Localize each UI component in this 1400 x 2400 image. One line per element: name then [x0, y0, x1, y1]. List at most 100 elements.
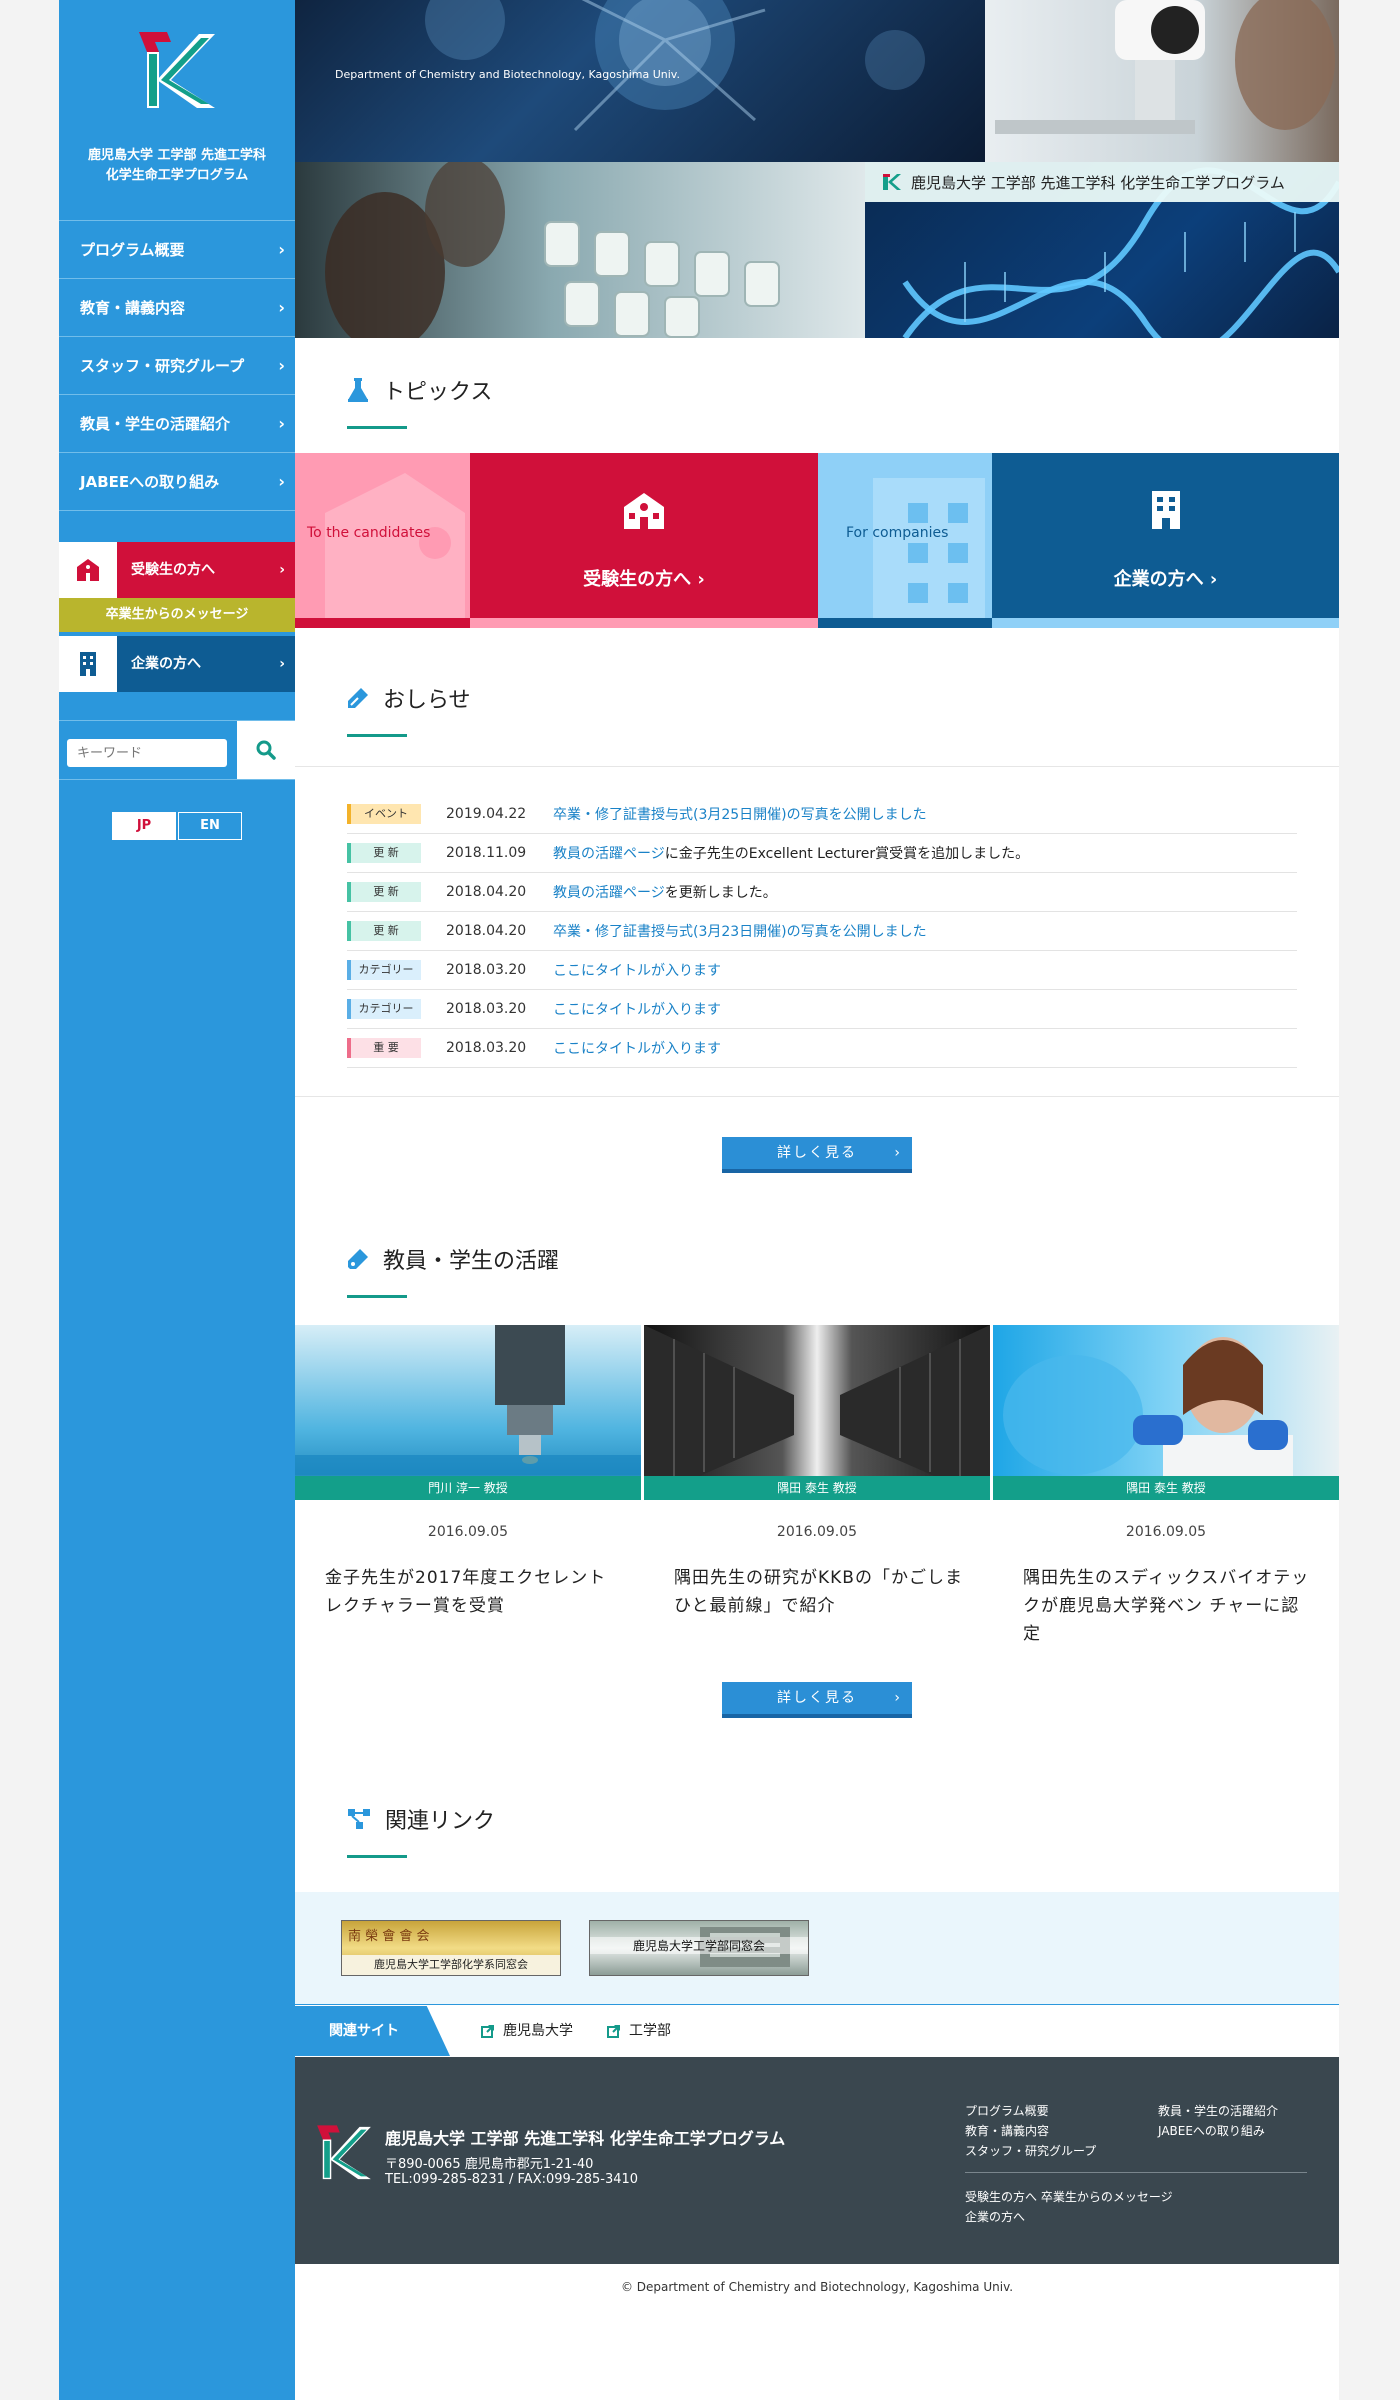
candidates-button[interactable]: 受験生の方へ ›: [59, 542, 295, 598]
candidates-tile-label: 受験生の方へ: [583, 569, 692, 590]
hero-badge-text: 鹿児島大学 工学部 先進工学科 化学生命工学プログラム: [911, 173, 1285, 192]
footer-nav-col2: 教員・学生の活躍紹介 JABEEへの取り組み: [1158, 2101, 1278, 2141]
heading-underline: [347, 1295, 407, 1298]
card-title: 金子先生が2017年度エクセレントレクチャラー賞を受賞: [325, 1568, 607, 1616]
footer-nav-col1: プログラム概要 教育・講義内容 スタッフ・研究グループ: [965, 2101, 1096, 2161]
card-caption: 隅田 泰生 教授: [644, 1476, 990, 1500]
news-item: 重 要 2018.03.20 ここにタイトルが入ります: [347, 1029, 1297, 1068]
related-link-kagoshima-univ[interactable]: 鹿児島大学: [481, 2006, 573, 2056]
nav-item-staff[interactable]: スタッフ・研究グループ ›: [59, 337, 295, 395]
language-switcher: JP EN: [112, 812, 242, 840]
news-date: 2018.03.20: [446, 962, 527, 978]
news-link[interactable]: 教員の活躍ページ: [553, 885, 665, 901]
news-more-button[interactable]: 詳しく見る ›: [722, 1137, 912, 1173]
news-link[interactable]: 教員の活躍ページ: [553, 846, 665, 862]
card-title: 隅田先生のスディックスバイオテックが鹿児島大学発ベン チャーに認定: [1023, 1568, 1310, 1644]
banner-title: 南 榮 會 會 会: [348, 1929, 430, 1944]
topics-panel: To the candidates 受験生の方へ › For companies…: [295, 453, 1339, 628]
chevron-right-icon: ›: [278, 298, 285, 317]
search-button[interactable]: [237, 721, 295, 779]
footer-link[interactable]: 教員・学生の活躍紹介: [1158, 2101, 1278, 2121]
related-link-engineering[interactable]: 工学部: [607, 2006, 671, 2056]
footer-tel: TEL:099-285-8231 / FAX:099-285-3410: [385, 2172, 639, 2187]
network-icon: [348, 1809, 370, 1829]
activities-more-button[interactable]: 詳しく見る ›: [722, 1682, 912, 1718]
banner-subtitle: 鹿児島大学工学部化学系同窓会: [342, 1955, 560, 1975]
topics-heading: トピックス: [347, 374, 493, 429]
news-link[interactable]: ここにタイトルが入ります: [553, 1041, 721, 1057]
companies-label: 企業の方へ: [131, 656, 201, 672]
category-badge: 更 新: [347, 882, 421, 902]
category-badge: 重 要: [347, 1038, 421, 1058]
news-text: を更新しました。: [664, 885, 777, 901]
candidates-tile[interactable]: 受験生の方へ ›: [470, 453, 818, 628]
nav-item-activities[interactable]: 教員・学生の活躍紹介 ›: [59, 395, 295, 453]
candidates-en-tile[interactable]: To the candidates: [295, 453, 470, 628]
news-text: に金子先生のExcellent Lecturer賞受賞を追加しました。: [664, 846, 1030, 862]
news-link[interactable]: ここにタイトルが入ります: [553, 963, 721, 979]
graduates-message-button[interactable]: 卒業生からのメッセージ: [59, 598, 295, 632]
building-icon: [1152, 491, 1180, 529]
links-title: 関連リンク: [385, 1809, 496, 1834]
main-content: Department of Chemistry and Biotechnolog…: [295, 0, 1339, 2400]
footer-link[interactable]: 企業の方へ: [965, 2207, 1173, 2227]
footer-link[interactable]: JABEEへの取り組み: [1158, 2121, 1278, 2141]
hero-virus-image: Department of Chemistry and Biotechnolog…: [295, 0, 985, 162]
footer-address: 〒890-0065 鹿児島市郡元1-21-40: [385, 2157, 594, 2172]
nav-item-overview[interactable]: プログラム概要 ›: [59, 221, 295, 279]
chevron-right-icon: ›: [894, 1690, 902, 1706]
footer-link[interactable]: スタッフ・研究グループ: [965, 2141, 1096, 2161]
activities-heading: 教員・学生の活躍: [347, 1243, 559, 1298]
banner-links: 南 榮 會 會 会 鹿児島大学工学部化学系同窓会 鹿児島大学工学部同窓会: [295, 1892, 1339, 2005]
lang-en-button[interactable]: EN: [178, 812, 242, 840]
news-link[interactable]: 卒業・修了証書授与式(3月25日開催)の写真を公開しました: [553, 807, 927, 823]
candidates-en-label: To the candidates: [307, 525, 431, 541]
alumni-engineering-banner[interactable]: 鹿児島大学工学部同窓会: [589, 1920, 809, 1976]
card-caption: 門川 淳一 教授: [295, 1476, 641, 1500]
k-logo-icon: [139, 32, 215, 108]
nav-item-education[interactable]: 教育・講義内容 ›: [59, 279, 295, 337]
external-link-icon: [481, 2025, 494, 2038]
logo[interactable]: 鹿児島大学 工学部 先進工学科 化学生命工学プログラム: [59, 0, 295, 220]
news-date: 2018.11.09: [446, 845, 527, 861]
companies-tile[interactable]: 企業の方へ ›: [992, 453, 1339, 628]
alumni-chemistry-banner[interactable]: 南 榮 會 會 会 鹿児島大学工学部化学系同窓会: [341, 1920, 561, 1976]
companies-en-tile[interactable]: For companies: [818, 453, 992, 628]
card-date: 2016.09.05: [776, 1524, 858, 1540]
card-scientist-image: 隅田 泰生 教授: [993, 1325, 1339, 1500]
activity-card[interactable]: 隅田 泰生 教授 2016.09.05 隅田先生の研究がKKBの「かごしまひと最…: [644, 1325, 990, 1648]
companies-button[interactable]: 企業の方へ ›: [59, 636, 295, 692]
sidebar: 鹿児島大学 工学部 先進工学科 化学生命工学プログラム プログラム概要 › 教育・…: [59, 0, 295, 2400]
heading-underline: [347, 734, 407, 737]
lang-jp-button[interactable]: JP: [112, 812, 176, 840]
chevron-right-icon: ›: [278, 472, 285, 491]
chevron-right-icon: ›: [279, 656, 285, 672]
hero-microscope-image: [985, 0, 1339, 162]
news-heading: おしらせ: [347, 682, 471, 737]
k-logo-icon: [883, 174, 901, 190]
activity-card[interactable]: 隅田 泰生 教授 2016.09.05 隅田先生のスディックスバイオテックが鹿児…: [993, 1325, 1339, 1648]
activity-card[interactable]: 門川 淳一 教授 2016.09.05 金子先生が2017年度エクセレントレクチ…: [295, 1325, 641, 1648]
card-caption: 隅田 泰生 教授: [993, 1476, 1339, 1500]
chevron-right-icon: ›: [278, 240, 285, 259]
footer-site-name: 鹿児島大学 工学部 先進工学科 化学生命工学プログラム: [385, 2129, 786, 2148]
banner-title: 鹿児島大学工学部同窓会: [590, 1937, 808, 1954]
hero-badge: 鹿児島大学 工学部 先進工学科 化学生命工学プログラム: [865, 162, 1339, 202]
pen-icon: [348, 1249, 368, 1269]
search-icon: [256, 740, 276, 760]
topics-title: トピックス: [383, 380, 493, 405]
activities-cards: 門川 淳一 教授 2016.09.05 金子先生が2017年度エクセレントレクチ…: [295, 1325, 1339, 1648]
footer-link[interactable]: 教育・講義内容: [965, 2121, 1096, 2141]
card-microscope-image: 門川 淳一 教授: [295, 1325, 641, 1500]
news-link[interactable]: 卒業・修了証書授与式(3月23日開催)の写真を公開しました: [553, 924, 927, 940]
news-link[interactable]: ここにタイトルが入ります: [553, 1002, 721, 1018]
chevron-right-icon: ›: [278, 356, 285, 375]
nav-item-jabee[interactable]: JABEEへの取り組み ›: [59, 453, 295, 511]
search-input[interactable]: [67, 739, 227, 767]
news-date: 2018.04.20: [446, 884, 527, 900]
news-item: 更 新 2018.11.09 教員の活躍ページに金子先生のExcellent L…: [347, 834, 1297, 873]
footer-link[interactable]: プログラム概要: [965, 2101, 1096, 2121]
pencil-icon: [348, 688, 368, 708]
footer-link[interactable]: 受験生の方へ 卒業生からのメッセージ: [965, 2187, 1173, 2207]
external-link-icon: [607, 2025, 620, 2038]
